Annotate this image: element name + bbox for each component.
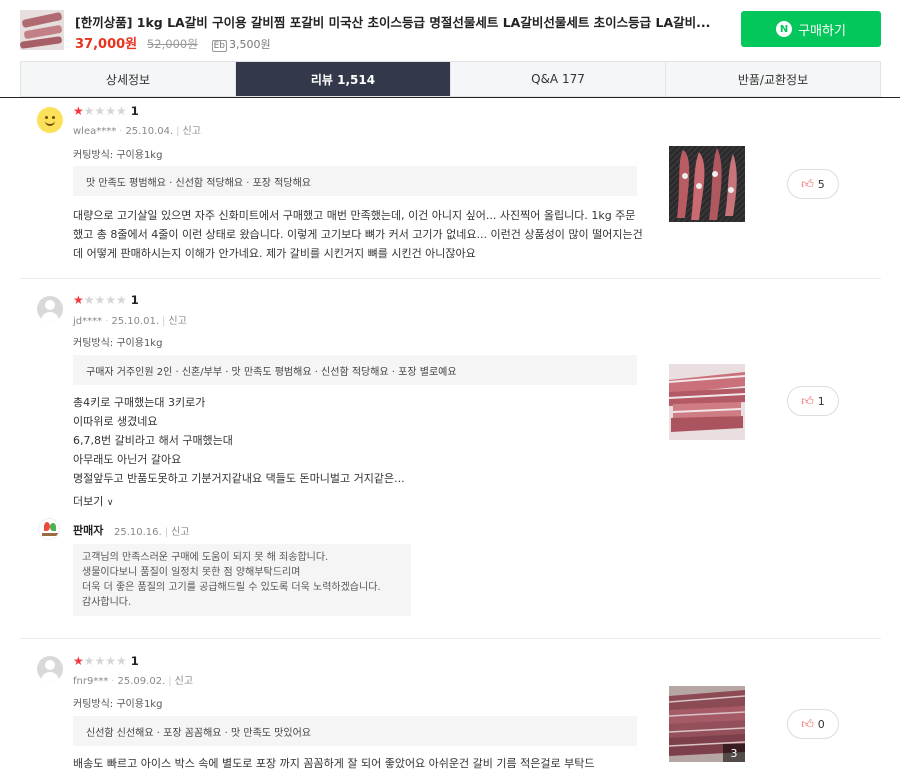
report-link[interactable]: 신고 bbox=[175, 676, 193, 687]
seller-reply-meta: 25.10.16. | 신고 bbox=[114, 527, 190, 538]
review-tags: 맛 만족도 평범해요 · 신선함 적당해요 · 포장 적당해요 bbox=[73, 166, 637, 196]
seller-reply: 고객님의 만족스러운 구매에 도움이 되지 못 해 죄송합니다. 생물이다보니 … bbox=[73, 544, 411, 616]
report-link[interactable]: 신고 bbox=[168, 316, 186, 327]
tab-divider bbox=[0, 97, 900, 98]
product-thumbnail[interactable] bbox=[20, 10, 64, 50]
review-date: 25.10.01. bbox=[111, 316, 160, 327]
review-meta: fnr9*** · 25.09.02. | 신고 bbox=[73, 676, 194, 687]
review-divider bbox=[20, 638, 881, 639]
points-value: 3,500원 bbox=[229, 38, 271, 51]
purchase-option: 커팅방식: 구이용1kg bbox=[73, 338, 163, 349]
review-text: 배송도 빠르고 아이스 박스 속에 별도로 포장 까지 꼼꼼하게 잘 되어 좋았… bbox=[73, 757, 595, 770]
like-count: 1 bbox=[817, 394, 825, 408]
helpful-button[interactable]: 👍︎ 1 bbox=[787, 386, 839, 416]
report-link[interactable]: 신고 bbox=[171, 527, 189, 538]
buy-button[interactable]: N 구매하기 bbox=[741, 11, 881, 47]
chevron-down-icon: ∨ bbox=[106, 498, 114, 508]
review-text: 총4키로 구매했는대 3키로가 이따위로 생겼네요 6,7,8번 갈비라고 해서… bbox=[73, 396, 405, 485]
review-tags: 구매자 거주인원 2인 · 신혼/부부 · 맛 만족도 평범해요 · 신선함 적… bbox=[73, 355, 637, 385]
review-tags: 신선함 신선해요 · 포장 꼼꼼해요 · 맛 만족도 맛있어요 bbox=[73, 716, 637, 746]
star-rating: ★★★★★ 1 bbox=[73, 104, 139, 118]
seller-logo-icon bbox=[38, 518, 60, 540]
thumbs-up-icon: 👍︎ bbox=[801, 393, 814, 408]
review-date: 25.09.02. bbox=[117, 676, 166, 687]
review-date: 25.10.04. bbox=[125, 126, 174, 137]
original-price: 52,000원 bbox=[146, 37, 198, 51]
report-link[interactable]: 신고 bbox=[183, 126, 201, 137]
sale-price: 37,000원 bbox=[75, 37, 138, 52]
review-photo[interactable] bbox=[669, 364, 745, 440]
helpful-button[interactable]: 👍︎ 5 bbox=[787, 169, 839, 199]
review-meta: jd**** · 25.10.01. | 신고 bbox=[73, 316, 187, 327]
product-tabs: 상세정보 리뷰 1,514 Q&A 177 반품/교환정보 bbox=[20, 61, 881, 97]
points: Eb 3,500원 bbox=[211, 38, 271, 52]
show-more-link[interactable]: 더보기 ∨ bbox=[73, 493, 113, 509]
purchase-option: 커팅방식: 구이용1kg bbox=[73, 699, 163, 710]
review-text: 대량으로 고기살일 있으면 자주 신화미트에서 구매했고 매번 만족했는데, 이… bbox=[73, 209, 643, 260]
thumbs-up-icon: 👍︎ bbox=[801, 176, 814, 191]
rating-value: 1 bbox=[130, 293, 139, 307]
star-rating: ★★★★★ 1 bbox=[73, 654, 139, 668]
reviewer-id: jd**** bbox=[73, 316, 103, 327]
naver-logo-icon: N bbox=[776, 21, 793, 37]
avatar bbox=[37, 107, 63, 133]
product-prices: 37,000원 52,000원 Eb 3,500원 bbox=[75, 33, 271, 52]
rating-value: 1 bbox=[130, 654, 139, 668]
avatar bbox=[37, 296, 63, 322]
product-title[interactable]: [한끼상품] 1kg LA갈비 구이용 갈비찜 포갈비 미국산 초이스등급 명절… bbox=[75, 12, 715, 31]
tab-qna[interactable]: Q&A 177 bbox=[451, 62, 666, 96]
review-meta: wlea**** · 25.10.04. | 신고 bbox=[73, 126, 201, 137]
seller-name: 판매자 bbox=[73, 524, 104, 537]
like-count: 5 bbox=[817, 177, 825, 191]
review-divider bbox=[20, 278, 881, 279]
like-count: 0 bbox=[817, 717, 825, 731]
reviewer-id: wlea**** bbox=[73, 126, 117, 137]
photo-count-badge: 3 bbox=[723, 744, 745, 762]
rating-value: 1 bbox=[130, 104, 139, 118]
points-icon: Eb bbox=[211, 40, 228, 52]
tab-reviews[interactable]: 리뷰 1,514 bbox=[236, 62, 451, 96]
thumbs-up-icon: 👍︎ bbox=[801, 716, 814, 731]
reply-date: 25.10.16. bbox=[114, 527, 162, 538]
review-photo[interactable] bbox=[669, 146, 745, 222]
avatar bbox=[37, 656, 63, 682]
review-photo[interactable]: 3 bbox=[669, 686, 745, 762]
tab-return-exchange[interactable]: 반품/교환정보 bbox=[666, 62, 880, 96]
buy-button-label: 구매하기 bbox=[798, 23, 846, 39]
tab-detail[interactable]: 상세정보 bbox=[21, 62, 236, 96]
helpful-button[interactable]: 👍︎ 0 bbox=[787, 709, 839, 739]
star-rating: ★★★★★ 1 bbox=[73, 293, 139, 307]
purchase-option: 커팅방식: 구이용1kg bbox=[73, 150, 163, 161]
reviewer-id: fnr9*** bbox=[73, 676, 109, 687]
product-header: [한끼상품] 1kg LA갈비 구이용 갈비찜 포갈비 미국산 초이스등급 명절… bbox=[0, 0, 900, 60]
